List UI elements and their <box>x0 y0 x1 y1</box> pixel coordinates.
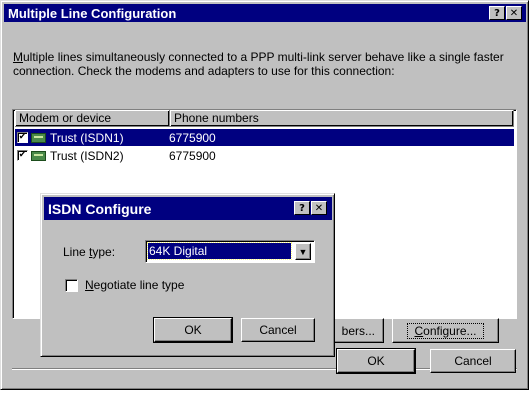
phone-numbers-button-label: bers... <box>341 323 375 338</box>
isdn-ok-label: OK <box>184 323 202 337</box>
description-mnemonic: M <box>13 50 23 64</box>
isdn-titlebar[interactable]: ISDN Configure ? ✕ <box>44 197 332 220</box>
configure-mnemonic: C <box>414 323 424 338</box>
line-type-select[interactable]: 64K Digital ▼ <box>145 240 315 263</box>
description-text: ultiple lines simultaneously connected t… <box>13 50 504 78</box>
negotiate-checkbox-box[interactable] <box>65 278 78 292</box>
close-icon: ✕ <box>314 202 324 214</box>
device-row-isdn2[interactable]: ✔ Trust (ISDN2) 6775900 <box>15 147 514 164</box>
negotiate-checkbox-label: Negotiate line type <box>85 278 184 292</box>
negotiate-rest: egotiate line type <box>93 278 185 292</box>
configure-button-label: Configure... <box>407 322 484 339</box>
modem-icon <box>31 150 46 161</box>
configure-rest: onfigure... <box>423 323 477 338</box>
device-row-isdn1[interactable]: ✔ Trust (ISDN1) 6775900 <box>15 129 514 146</box>
help-icon: ? <box>494 7 500 19</box>
negotiate-mnemonic: N <box>85 278 94 292</box>
checkmark-icon: ✔ <box>18 150 27 160</box>
column-header-device[interactable]: Modem or device <box>15 110 170 127</box>
line-type-selected-value: 64K Digital <box>147 242 292 260</box>
isdn-close-button[interactable]: ✕ <box>311 201 327 215</box>
isdn-configure-dialog: ISDN Configure ? ✕ Line type: 64K Digita… <box>40 193 335 357</box>
isdn-ok-button[interactable]: OK <box>153 317 233 343</box>
device-name: Trust (ISDN1) <box>50 130 124 145</box>
column-header-phone[interactable]: Phone numbers <box>170 110 514 127</box>
isdn-cancel-label: Cancel <box>259 323 297 337</box>
checkmark-icon: ✔ <box>18 132 27 142</box>
device-row-isdn2-checkbox[interactable]: ✔ <box>17 150 28 161</box>
main-ok-label: OK <box>367 354 385 368</box>
phone-number: 6775900 <box>169 130 216 145</box>
isdn-cancel-button[interactable]: Cancel <box>241 318 315 342</box>
device-row-isdn1-checkbox[interactable]: ✔ <box>17 132 28 143</box>
isdn-title: ISDN Configure <box>48 200 152 217</box>
line-type-value: 64K Digital <box>149 244 208 258</box>
help-icon: ? <box>299 202 305 214</box>
main-help-button[interactable]: ? <box>489 6 505 20</box>
column-header-device-label: Modem or device <box>19 111 112 125</box>
line-type-label-before: Line <box>63 245 90 259</box>
column-header-phone-label: Phone numbers <box>174 111 259 125</box>
chevron-down-icon: ▼ <box>298 246 308 257</box>
main-titlebar[interactable]: Multiple Line Configuration ? ✕ <box>4 4 526 22</box>
main-ok-button[interactable]: OK <box>336 348 416 374</box>
main-description: Multiple lines simultaneously connected … <box>13 50 508 78</box>
main-close-button[interactable]: ✕ <box>506 6 522 20</box>
dropdown-arrow-button[interactable]: ▼ <box>295 243 311 260</box>
device-name: Trust (ISDN2) <box>50 148 124 163</box>
main-cancel-button[interactable]: Cancel <box>430 349 516 373</box>
close-icon: ✕ <box>509 7 519 19</box>
isdn-help-button[interactable]: ? <box>294 201 310 215</box>
main-title: Multiple Line Configuration <box>8 5 177 21</box>
line-type-label-after: ype: <box>92 245 116 259</box>
phone-number: 6775900 <box>169 148 216 163</box>
line-type-label: Line type: <box>63 245 115 259</box>
negotiate-line-type-checkbox[interactable]: Negotiate line type <box>65 278 184 292</box>
configure-button[interactable]: Configure... <box>392 318 499 343</box>
main-cancel-label: Cancel <box>454 354 492 368</box>
modem-icon <box>31 132 46 143</box>
